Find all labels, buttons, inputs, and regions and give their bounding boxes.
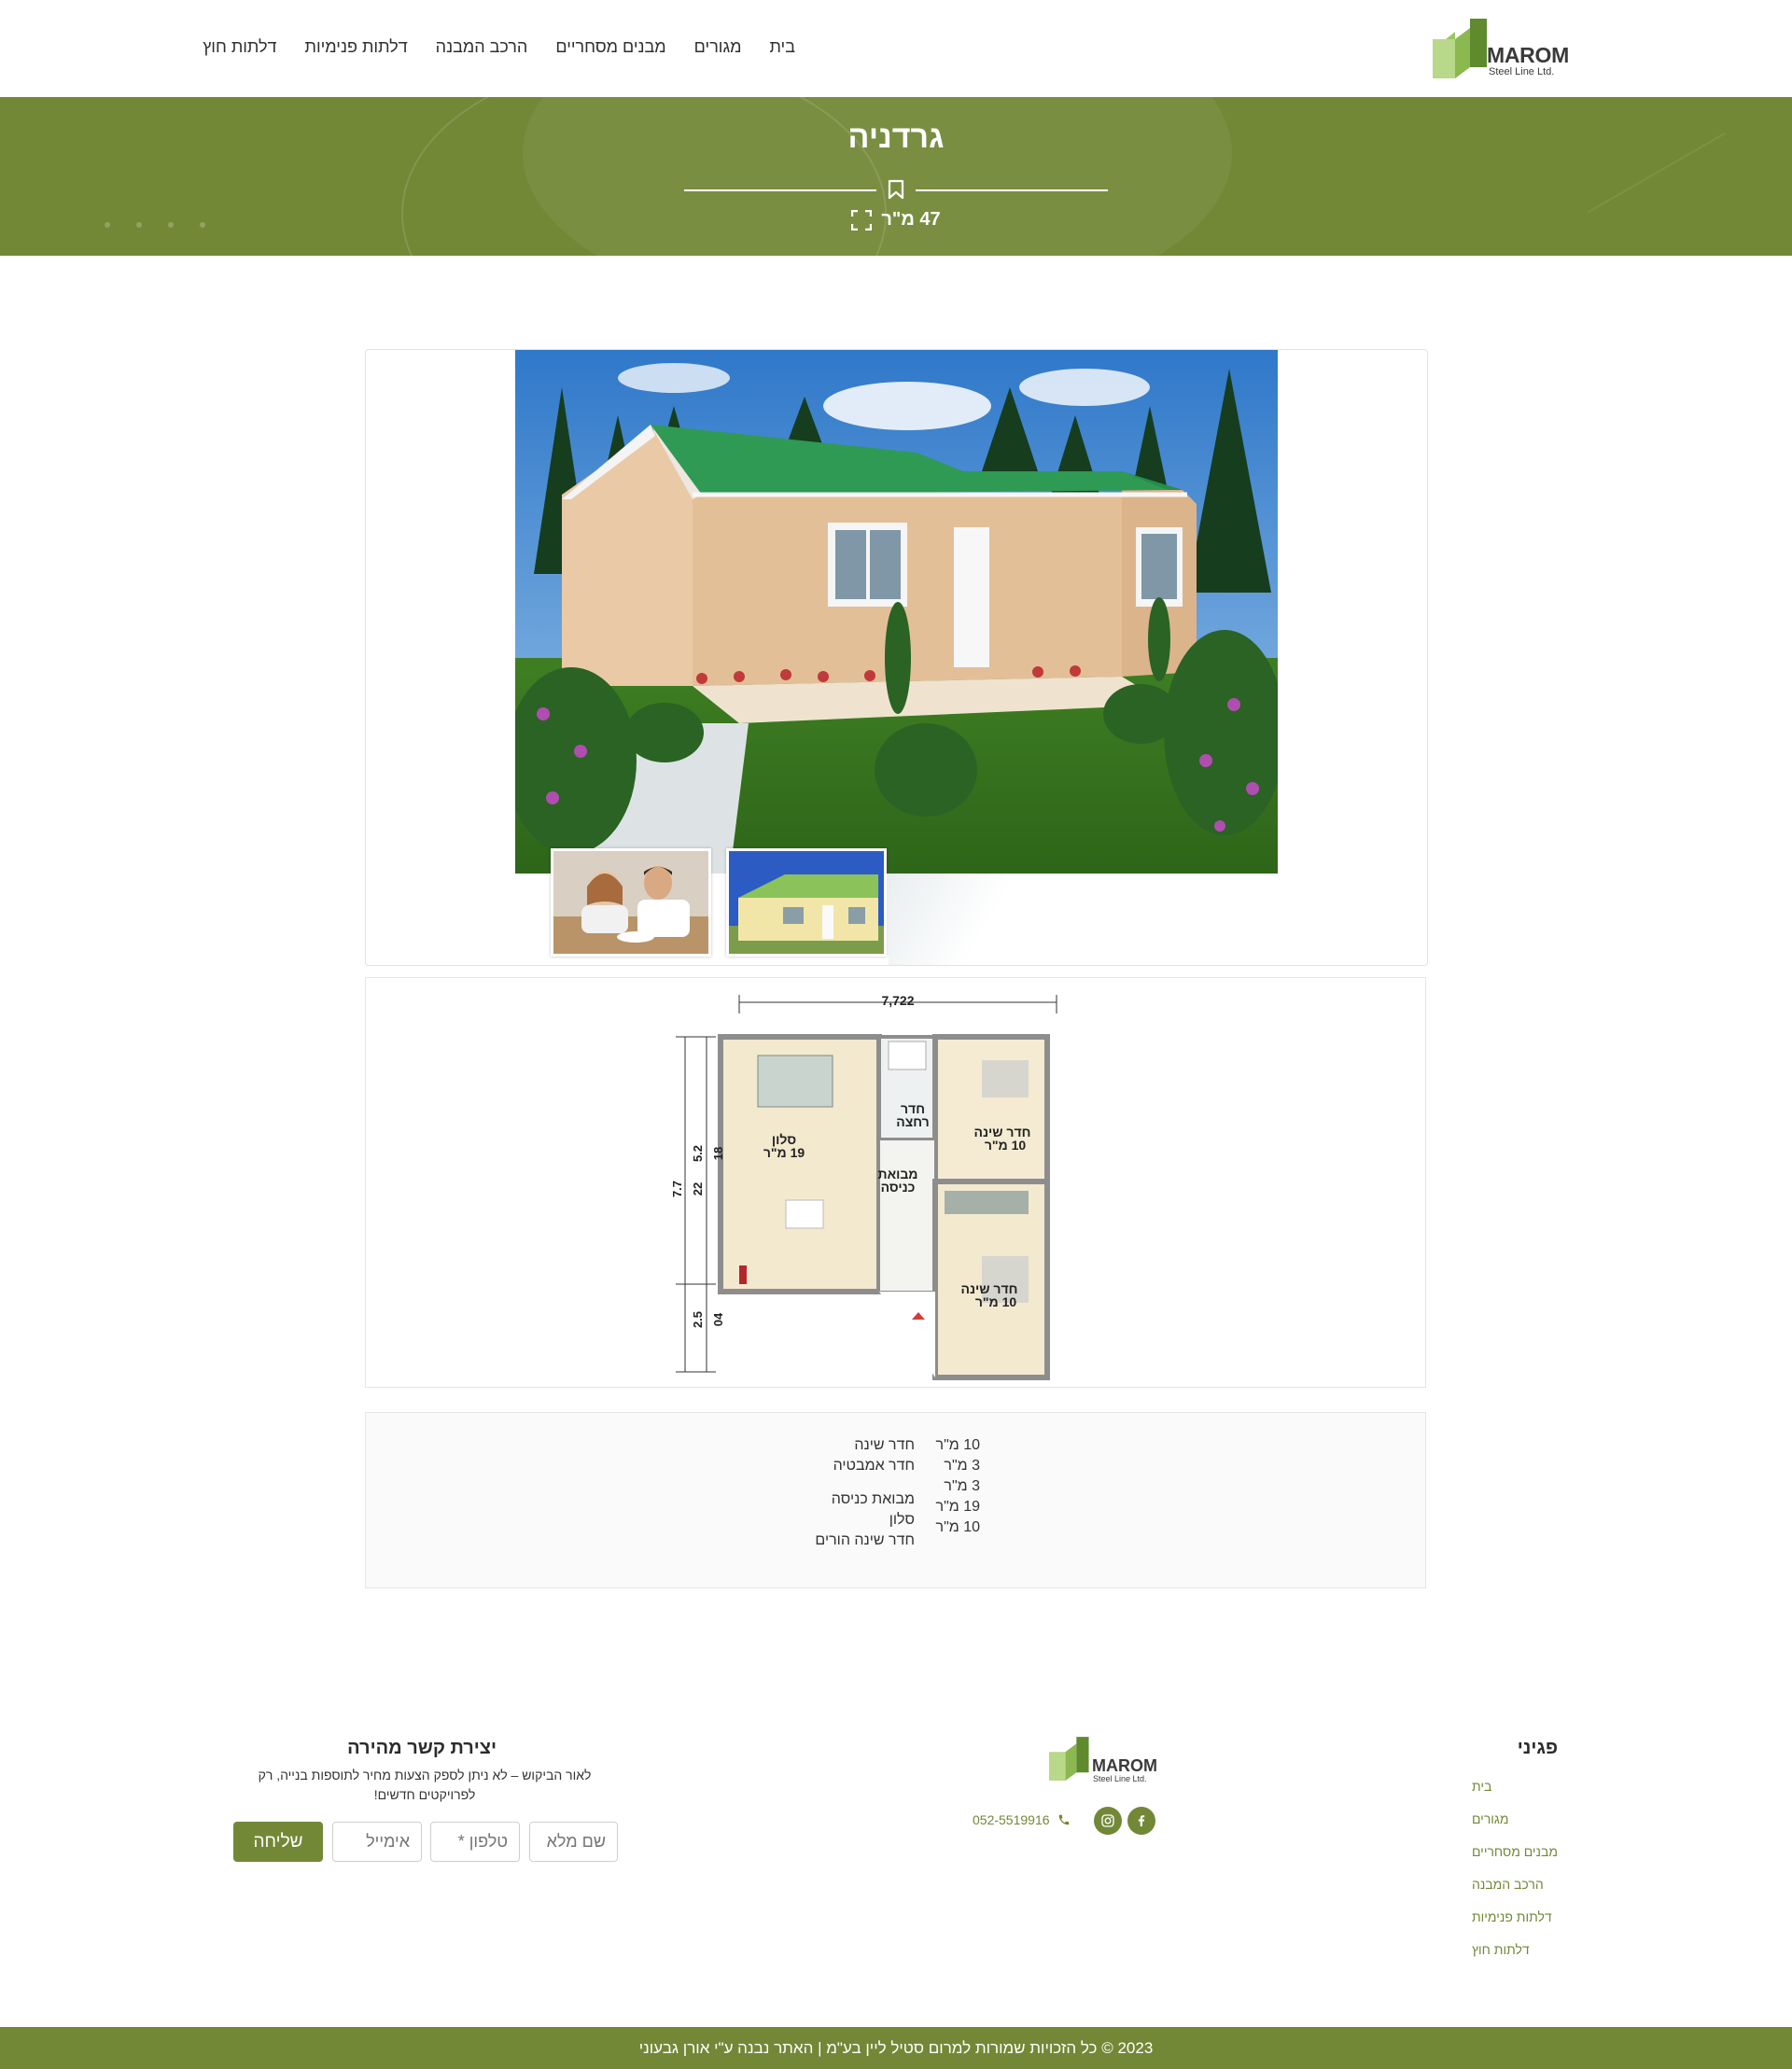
room-size: 10 מ"ר bbox=[935, 1519, 980, 1535]
footer-link-structure[interactable]: הרכב המבנה bbox=[1472, 1875, 1544, 1894]
logo-name: MAROM bbox=[1092, 1756, 1157, 1775]
email-input[interactable] bbox=[332, 1822, 422, 1862]
room-name: חדר שינה bbox=[854, 1437, 915, 1453]
room-name: מבואת כניסה bbox=[831, 1491, 915, 1507]
footer-link-commercial[interactable]: מבנים מסחריים bbox=[1472, 1842, 1558, 1861]
dim-width: 7,722 bbox=[881, 993, 914, 1008]
room-size: 10 מ"ר bbox=[935, 1437, 980, 1453]
floor-plan: 7,722 7.7 22 5.2 18 2.5 04 חדר רחצה חדר … bbox=[365, 977, 1426, 1388]
logo-name: MAROM bbox=[1487, 43, 1569, 67]
site-footer: פגיני בית מגורים מבנים מסחריים הרכב המבנ… bbox=[0, 1708, 1792, 2026]
expand-icon bbox=[851, 209, 873, 231]
phone-number[interactable]: 052-5519916 bbox=[973, 1812, 1050, 1827]
nav-item-residential[interactable]: מגורים bbox=[694, 37, 742, 57]
room-names: חדר שינה חדר אמבטיה מבואת כניסה סלון חדר… bbox=[815, 1435, 915, 1551]
room-label-living-size: 19 מ"ר bbox=[763, 1145, 805, 1160]
logo-subtitle: Steel Line Ltd. bbox=[1489, 66, 1555, 77]
room-size: 19 מ"ר bbox=[935, 1499, 980, 1515]
footer-link-interior-doors[interactable]: דלתות פנימיות bbox=[1472, 1908, 1552, 1926]
room-label-bedroom-1-size: 10 מ"ר bbox=[985, 1138, 1027, 1153]
room-name: חדר שינה הורים bbox=[815, 1532, 915, 1548]
site-header: MAROM Steel Line Ltd. בית מגורים מבנים מ… bbox=[0, 0, 1792, 97]
dim-height-total: 7.7 bbox=[670, 1181, 684, 1197]
site-logo[interactable]: MAROM Steel Line Ltd. bbox=[1433, 19, 1573, 82]
bookmark-icon bbox=[888, 179, 904, 200]
logo-subtitle: Steel Line Ltd. bbox=[1093, 1774, 1147, 1783]
page-banner: + גרדניה 47 מ"ר bbox=[0, 97, 1792, 256]
room-label-entrance-sub: כניסה bbox=[881, 1180, 916, 1195]
contact-description: לאור הביקוש – לא ניתן לספק הצעות מחיר לת… bbox=[258, 1768, 592, 1802]
nav-item-structure[interactable]: הרכב המבנה bbox=[436, 37, 528, 57]
footer-link-residential[interactable]: מגורים bbox=[1472, 1810, 1509, 1828]
footer-link-home[interactable]: בית bbox=[1472, 1777, 1491, 1796]
copyright-bar: 2023 © כל הזכויות שמורות למרום סטיל ליין… bbox=[0, 2027, 1792, 2069]
nav-item-home[interactable]: בית bbox=[769, 37, 795, 57]
room-label-bedroom-2-size: 10 מ"ר bbox=[975, 1294, 1017, 1309]
thumbnail-couple[interactable] bbox=[551, 848, 711, 957]
main-house-image[interactable] bbox=[515, 350, 1278, 874]
room-sizes: 10 מ"ר 3 מ"ר 3 מ"ר 19 מ"ר 10 מ"ר bbox=[936, 1435, 980, 1538]
send-button[interactable]: שליחה bbox=[233, 1822, 323, 1862]
floor-plan-drawing[interactable]: 7,722 7.7 22 5.2 18 2.5 04 חדר רחצה חדר … bbox=[665, 986, 1131, 1381]
area-label: 47 מ"ר bbox=[881, 209, 941, 230]
room-label-bathroom-sub: רחצה bbox=[896, 1114, 929, 1129]
dim-height-upper: 5.2 bbox=[691, 1145, 705, 1162]
nav-item-commercial[interactable]: מבנים מסחריים bbox=[555, 37, 665, 57]
main-nav: בית מגורים מבנים מסחריים הרכב המבנה דלתו… bbox=[203, 37, 795, 57]
instagram-icon[interactable] bbox=[1094, 1807, 1122, 1835]
room-name: סלון bbox=[889, 1512, 915, 1528]
contact-form: שליחה bbox=[233, 1822, 618, 1863]
nav-item-exterior-doors[interactable]: דלתות חוץ bbox=[203, 37, 276, 57]
plus-decoration-icon: + bbox=[1704, 246, 1732, 256]
room-size: 3 מ"ר bbox=[944, 1478, 980, 1494]
gallery bbox=[365, 349, 1428, 966]
logo-mark-icon bbox=[1049, 1737, 1089, 1781]
thumbnail-house-exterior[interactable] bbox=[726, 848, 887, 957]
dim-height-total-alt: 22 bbox=[691, 1182, 705, 1195]
dim-height-lower-alt: 04 bbox=[711, 1312, 725, 1326]
facebook-icon[interactable] bbox=[1127, 1807, 1155, 1835]
dim-height-upper-alt: 18 bbox=[711, 1147, 725, 1160]
phone-icon bbox=[1058, 1814, 1069, 1825]
room-name: חדר אמבטיה bbox=[833, 1458, 915, 1474]
footer-phone[interactable]: 052-5519916 bbox=[973, 1812, 1071, 1827]
dim-height-lower: 2.5 bbox=[691, 1311, 705, 1328]
nav-item-interior-doors[interactable]: דלתות פנימיות bbox=[305, 37, 408, 57]
footer-nav: בית מגורים מבנים מסחריים הרכב המבנה דלתו… bbox=[1472, 1777, 1558, 1959]
page-title: גרדניה bbox=[847, 119, 945, 155]
social-links bbox=[1094, 1807, 1155, 1835]
contact-title: יצירת קשר מהירה bbox=[347, 1738, 497, 1758]
title-divider bbox=[684, 179, 1108, 202]
image-decoration bbox=[889, 874, 1019, 965]
footer-link-exterior-doors[interactable]: דלתות חוץ bbox=[1472, 1940, 1530, 1959]
room-size: 3 מ"ר bbox=[944, 1458, 980, 1474]
area-info: 47 מ"ר bbox=[0, 209, 1792, 231]
footer-pages-title: פגיני bbox=[1517, 1738, 1558, 1758]
rooms-summary: חדר שינה חדר אמבטיה מבואת כניסה סלון חדר… bbox=[365, 1412, 1426, 1588]
logo-mark-icon bbox=[1433, 19, 1487, 78]
full-name-input[interactable] bbox=[529, 1822, 618, 1862]
phone-input[interactable] bbox=[430, 1822, 520, 1862]
footer-logo[interactable]: MAROM Steel Line Ltd. bbox=[1049, 1736, 1161, 1788]
